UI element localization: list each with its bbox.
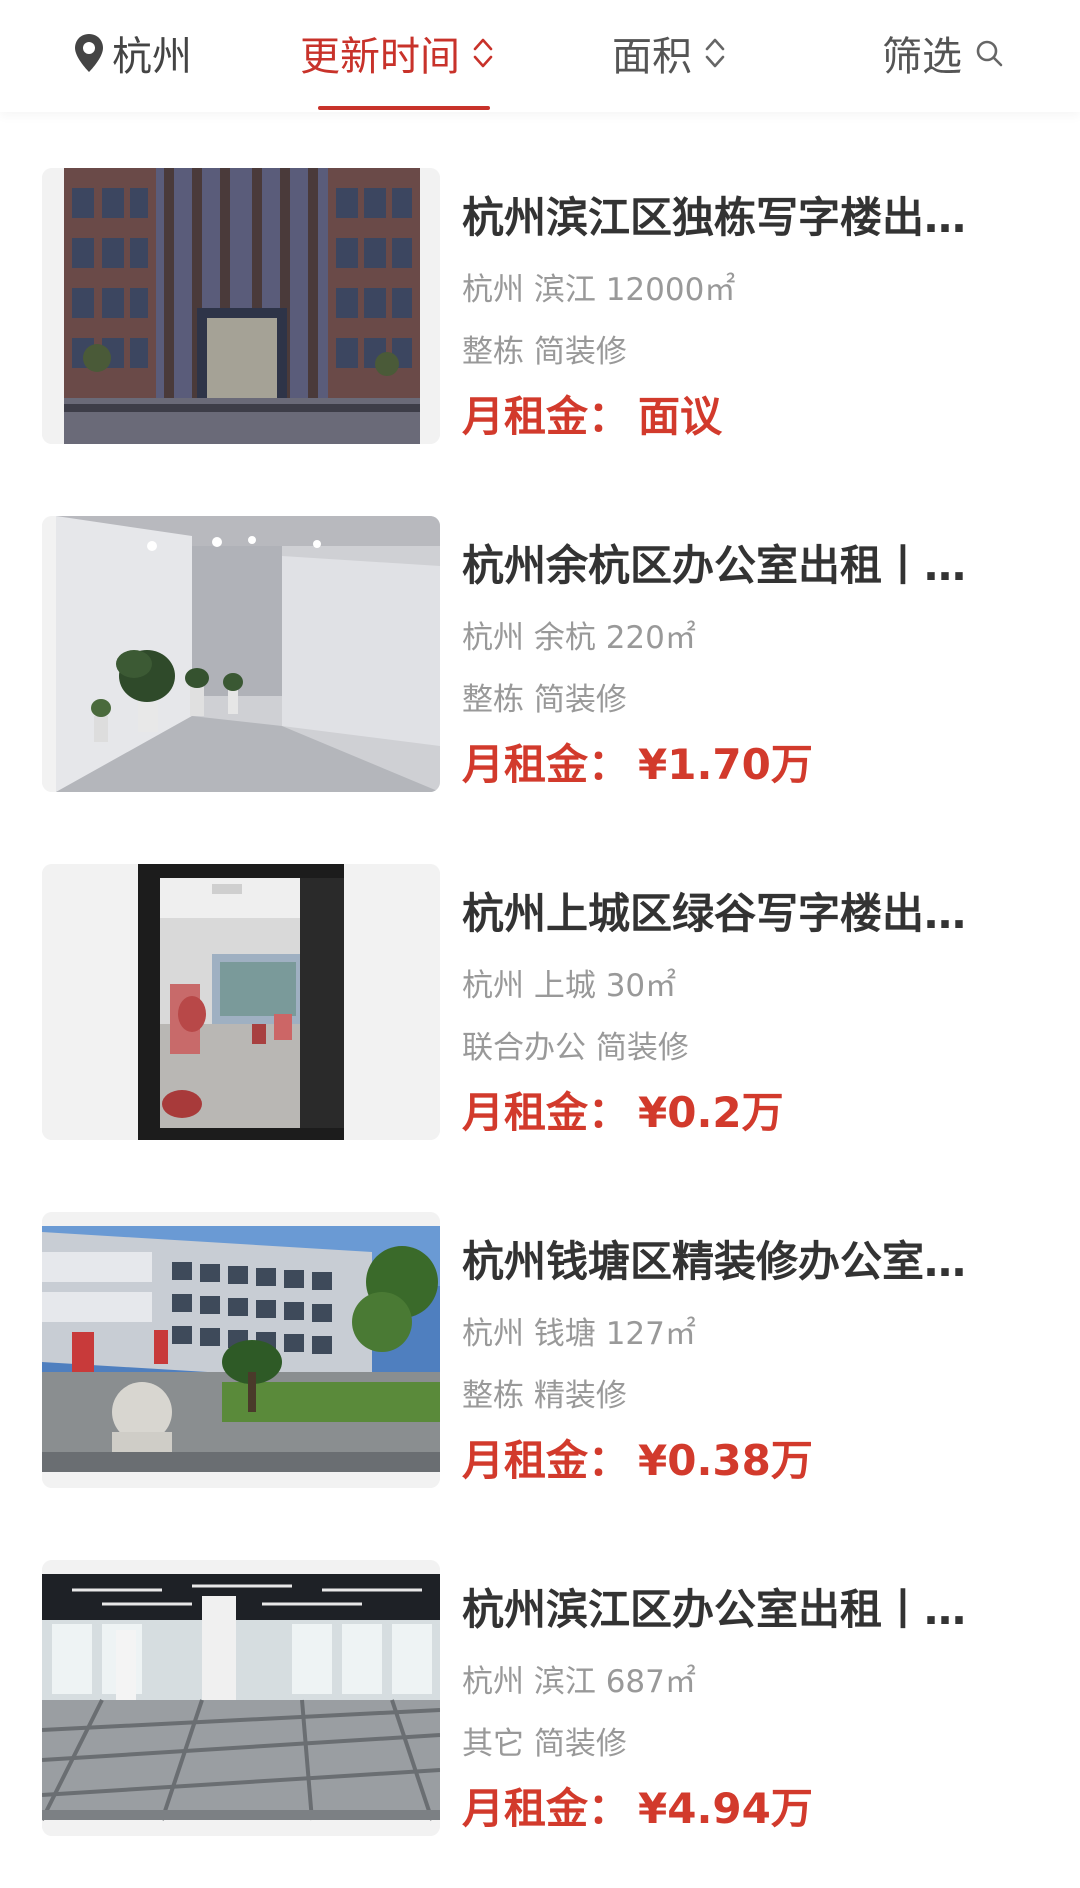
filter-bar: 杭州 更新时间 面积 筛选 — [0, 0, 1080, 112]
listing-price: 月租金： 面议 — [462, 390, 722, 444]
search-icon — [976, 40, 1003, 67]
listing-thumbnail — [42, 864, 440, 1140]
listing-thumbnail — [42, 516, 440, 792]
price-value: 面议 — [638, 392, 723, 441]
listing-tags: 整栋 精装修 — [462, 1378, 627, 1414]
price-value: ¥1.70万 — [638, 740, 813, 789]
listing-tags: 其它 简装修 — [462, 1726, 627, 1762]
location-pin-icon — [75, 34, 103, 72]
city-label: 杭州 — [112, 34, 192, 80]
price-label: 月租金： — [462, 1436, 631, 1485]
office-lobby-photo — [42, 516, 440, 792]
listing-tags: 整栋 简装修 — [462, 682, 627, 718]
filter-button[interactable]: 筛选 — [882, 22, 1004, 84]
price-value: ¥0.38万 — [638, 1436, 813, 1485]
list-item[interactable]: 杭州滨江区独栋写字楼出… 杭州 滨江 12000㎡ 整栋 简装修 月租金： 面议 — [0, 168, 1080, 468]
listing-title: 杭州滨江区独栋写字楼出… — [462, 193, 967, 242]
office-doorway-photo — [42, 864, 440, 1140]
price-label: 月租金： — [462, 1784, 631, 1833]
listing-title: 杭州钱塘区精装修办公室… — [462, 1237, 967, 1286]
listing-thumbnail — [42, 1560, 440, 1836]
sort-update-time-tab[interactable]: 更新时间 — [300, 22, 494, 84]
filter-label: 筛选 — [882, 34, 962, 80]
list-item[interactable]: 杭州滨江区办公室出租丨… 杭州 滨江 687㎡ 其它 简装修 月租金： ¥4.94… — [0, 1560, 1080, 1860]
listing-price: 月租金： ¥0.2万 — [462, 1086, 784, 1140]
price-label: 月租金： — [462, 1088, 631, 1137]
list-item[interactable]: 杭州余杭区办公室出租丨… 杭州 余杭 220㎡ 整栋 简装修 月租金： ¥1.70… — [0, 516, 1080, 816]
price-label: 月租金： — [462, 740, 631, 789]
listing-title: 杭州滨江区办公室出租丨… — [462, 1585, 967, 1634]
listing-thumbnail — [42, 168, 440, 444]
listing-location: 杭州 上城 30㎡ — [462, 968, 677, 1004]
listing-price: 月租金： ¥0.38万 — [462, 1434, 813, 1488]
list-item[interactable]: 杭州上城区绿谷写字楼出… 杭州 上城 30㎡ 联合办公 简装修 月租金： ¥0.2… — [0, 864, 1080, 1164]
listing-tags: 联合办公 简装修 — [462, 1030, 689, 1066]
update-time-label: 更新时间 — [300, 34, 460, 80]
listing-price: 月租金： ¥1.70万 — [462, 738, 813, 792]
listing-location: 杭州 钱塘 127㎡ — [462, 1316, 696, 1352]
sort-arrows-icon — [473, 38, 493, 68]
active-tab-indicator — [318, 106, 490, 110]
price-label: 月租金： — [462, 392, 631, 441]
building-exterior-photo — [42, 168, 440, 444]
open-office-floor-photo — [42, 1560, 440, 1836]
price-value: ¥0.2万 — [638, 1088, 784, 1137]
listing-location: 杭州 余杭 220㎡ — [462, 620, 696, 656]
area-label: 面积 — [612, 34, 692, 80]
listing-price: 月租金： ¥4.94万 — [462, 1782, 813, 1836]
app-root: 杭州 更新时间 面积 筛选 杭州滨江区独栋写字楼出… 杭州 滨江 12000㎡ … — [0, 0, 1080, 1888]
listing-title: 杭州余杭区办公室出租丨… — [462, 541, 967, 590]
listing-thumbnail — [42, 1212, 440, 1488]
listing-location: 杭州 滨江 687㎡ — [462, 1664, 696, 1700]
listing-location: 杭州 滨江 12000㎡ — [462, 272, 736, 308]
office-building-courtyard-photo — [42, 1212, 440, 1488]
sort-area-tab[interactable]: 面积 — [612, 22, 726, 84]
city-selector[interactable]: 杭州 — [72, 22, 192, 84]
sort-arrows-icon — [705, 38, 725, 68]
listing-title: 杭州上城区绿谷写字楼出… — [462, 889, 967, 938]
listing-tags: 整栋 简装修 — [462, 334, 627, 370]
list-item[interactable]: 杭州钱塘区精装修办公室… 杭州 钱塘 127㎡ 整栋 精装修 月租金： ¥0.38… — [0, 1212, 1080, 1512]
price-value: ¥4.94万 — [638, 1784, 813, 1833]
